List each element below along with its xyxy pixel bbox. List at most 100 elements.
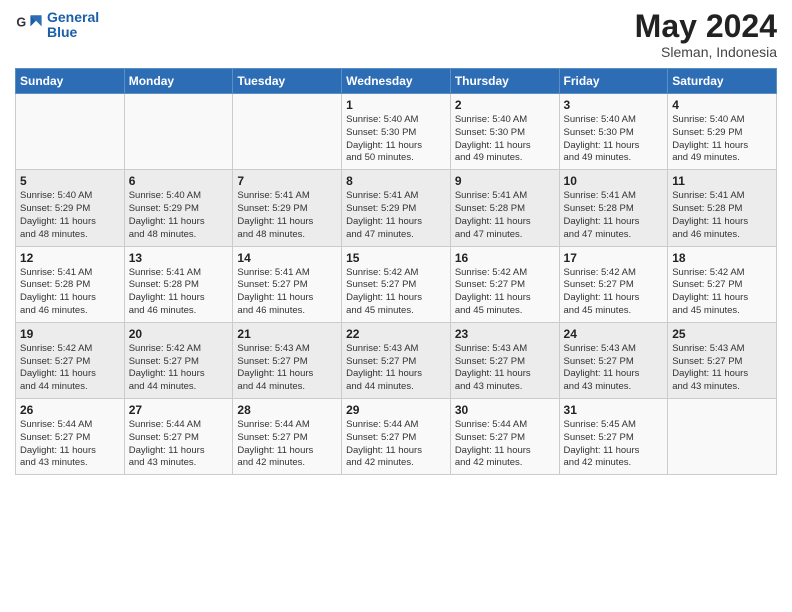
calendar-cell bbox=[233, 94, 342, 170]
day-number: 8 bbox=[346, 174, 446, 188]
day-info: Sunrise: 5:41 AMSunset: 5:28 PMDaylight:… bbox=[564, 190, 664, 241]
calendar-cell: 21 Sunrise: 5:43 AMSunset: 5:27 PMDayligh… bbox=[233, 322, 342, 398]
calendar-cell: 12 Sunrise: 5:41 AMSunset: 5:28 PMDayligh… bbox=[16, 246, 125, 322]
day-number: 21 bbox=[237, 327, 337, 341]
day-number: 9 bbox=[455, 174, 555, 188]
calendar-cell: 16 Sunrise: 5:42 AMSunset: 5:27 PMDayligh… bbox=[450, 246, 559, 322]
day-number: 22 bbox=[346, 327, 446, 341]
day-info: Sunrise: 5:40 AMSunset: 5:30 PMDaylight:… bbox=[564, 114, 664, 165]
day-info: Sunrise: 5:44 AMSunset: 5:27 PMDaylight:… bbox=[129, 419, 229, 470]
calendar-week-row: 19Sunrise: 5:42 AMSunset: 5:27 PMDayligh… bbox=[16, 322, 777, 398]
day-number: 25 bbox=[672, 327, 772, 341]
calendar-cell: 30 Sunrise: 5:44 AMSunset: 5:27 PMDayligh… bbox=[450, 399, 559, 475]
day-number: 14 bbox=[237, 251, 337, 265]
calendar-cell: 25Sunrise: 5:43 AMSunset: 5:27 PMDayligh… bbox=[668, 322, 777, 398]
calendar-cell: 1 Sunrise: 5:40 AMSunset: 5:30 PMDaylight… bbox=[342, 94, 451, 170]
day-number: 5 bbox=[20, 174, 120, 188]
day-info: Sunrise: 5:41 AMSunset: 5:28 PMDaylight:… bbox=[20, 267, 120, 318]
calendar-cell: 17Sunrise: 5:42 AMSunset: 5:27 PMDayligh… bbox=[559, 246, 668, 322]
calendar-cell bbox=[16, 94, 125, 170]
calendar-cell: 9 Sunrise: 5:41 AMSunset: 5:28 PMDaylight… bbox=[450, 170, 559, 246]
col-tuesday: Tuesday bbox=[233, 69, 342, 94]
col-saturday: Saturday bbox=[668, 69, 777, 94]
calendar-cell: 7Sunrise: 5:41 AMSunset: 5:29 PMDaylight… bbox=[233, 170, 342, 246]
calendar-cell: 4 Sunrise: 5:40 AMSunset: 5:29 PMDaylight… bbox=[668, 94, 777, 170]
day-info: Sunrise: 5:42 AMSunset: 5:27 PMDaylight:… bbox=[20, 343, 120, 394]
day-info: Sunrise: 5:42 AMSunset: 5:27 PMDaylight:… bbox=[672, 267, 772, 318]
day-number: 24 bbox=[564, 327, 664, 341]
day-info: Sunrise: 5:41 AMSunset: 5:28 PMDaylight:… bbox=[129, 267, 229, 318]
day-info: Sunrise: 5:44 AMSunset: 5:27 PMDaylight:… bbox=[237, 419, 337, 470]
day-number: 12 bbox=[20, 251, 120, 265]
day-number: 6 bbox=[129, 174, 229, 188]
day-number: 4 bbox=[672, 98, 772, 112]
col-sunday: Sunday bbox=[16, 69, 125, 94]
day-info: Sunrise: 5:41 AMSunset: 5:28 PMDaylight:… bbox=[672, 190, 772, 241]
calendar-cell: 10Sunrise: 5:41 AMSunset: 5:28 PMDayligh… bbox=[559, 170, 668, 246]
calendar-table: Sunday Monday Tuesday Wednesday Thursday… bbox=[15, 68, 777, 475]
calendar-cell: 15Sunrise: 5:42 AMSunset: 5:27 PMDayligh… bbox=[342, 246, 451, 322]
calendar-cell: 6 Sunrise: 5:40 AMSunset: 5:29 PMDaylight… bbox=[124, 170, 233, 246]
col-monday: Monday bbox=[124, 69, 233, 94]
page: G General Blue May 2024 Sleman, Indonesi… bbox=[0, 0, 792, 612]
day-number: 23 bbox=[455, 327, 555, 341]
calendar-cell bbox=[668, 399, 777, 475]
calendar-cell: 29 Sunrise: 5:44 AMSunset: 5:27 PMDayligh… bbox=[342, 399, 451, 475]
logo-text: General Blue bbox=[47, 10, 99, 41]
day-info: Sunrise: 5:41 AMSunset: 5:27 PMDaylight:… bbox=[237, 267, 337, 318]
month-title: May 2024 bbox=[635, 10, 777, 42]
calendar-cell: 5 Sunrise: 5:40 AMSunset: 5:29 PMDaylight… bbox=[16, 170, 125, 246]
day-info: Sunrise: 5:43 AMSunset: 5:27 PMDaylight:… bbox=[237, 343, 337, 394]
day-info: Sunrise: 5:44 AMSunset: 5:27 PMDaylight:… bbox=[455, 419, 555, 470]
day-number: 2 bbox=[455, 98, 555, 112]
location: Sleman, Indonesia bbox=[635, 44, 777, 60]
calendar-cell: 8 Sunrise: 5:41 AMSunset: 5:29 PMDaylight… bbox=[342, 170, 451, 246]
day-number: 28 bbox=[237, 403, 337, 417]
day-number: 11 bbox=[672, 174, 772, 188]
calendar-cell: 2 Sunrise: 5:40 AMSunset: 5:30 PMDaylight… bbox=[450, 94, 559, 170]
day-info: Sunrise: 5:40 AMSunset: 5:29 PMDaylight:… bbox=[20, 190, 120, 241]
day-info: Sunrise: 5:40 AMSunset: 5:30 PMDaylight:… bbox=[346, 114, 446, 165]
day-number: 18 bbox=[672, 251, 772, 265]
calendar-cell: 27 Sunrise: 5:44 AMSunset: 5:27 PMDayligh… bbox=[124, 399, 233, 475]
calendar-cell: 22 Sunrise: 5:43 AMSunset: 5:27 PMDayligh… bbox=[342, 322, 451, 398]
col-wednesday: Wednesday bbox=[342, 69, 451, 94]
calendar-header-row: Sunday Monday Tuesday Wednesday Thursday… bbox=[16, 69, 777, 94]
header: G General Blue May 2024 Sleman, Indonesi… bbox=[15, 10, 777, 60]
calendar-cell: 11 Sunrise: 5:41 AMSunset: 5:28 PMDayligh… bbox=[668, 170, 777, 246]
day-info: Sunrise: 5:40 AMSunset: 5:29 PMDaylight:… bbox=[672, 114, 772, 165]
calendar-week-row: 5 Sunrise: 5:40 AMSunset: 5:29 PMDaylight… bbox=[16, 170, 777, 246]
day-number: 1 bbox=[346, 98, 446, 112]
day-info: Sunrise: 5:41 AMSunset: 5:28 PMDaylight:… bbox=[455, 190, 555, 241]
day-info: Sunrise: 5:43 AMSunset: 5:27 PMDaylight:… bbox=[564, 343, 664, 394]
calendar-cell bbox=[124, 94, 233, 170]
day-number: 29 bbox=[346, 403, 446, 417]
day-info: Sunrise: 5:43 AMSunset: 5:27 PMDaylight:… bbox=[346, 343, 446, 394]
day-info: Sunrise: 5:42 AMSunset: 5:27 PMDaylight:… bbox=[564, 267, 664, 318]
day-number: 27 bbox=[129, 403, 229, 417]
calendar-cell: 14 Sunrise: 5:41 AMSunset: 5:27 PMDayligh… bbox=[233, 246, 342, 322]
calendar-cell: 26Sunrise: 5:44 AMSunset: 5:27 PMDayligh… bbox=[16, 399, 125, 475]
day-info: Sunrise: 5:41 AMSunset: 5:29 PMDaylight:… bbox=[237, 190, 337, 241]
day-info: Sunrise: 5:41 AMSunset: 5:29 PMDaylight:… bbox=[346, 190, 446, 241]
day-number: 31 bbox=[564, 403, 664, 417]
col-thursday: Thursday bbox=[450, 69, 559, 94]
calendar-cell: 19Sunrise: 5:42 AMSunset: 5:27 PMDayligh… bbox=[16, 322, 125, 398]
day-number: 15 bbox=[346, 251, 446, 265]
calendar-cell: 20Sunrise: 5:42 AMSunset: 5:27 PMDayligh… bbox=[124, 322, 233, 398]
calendar-week-row: 1 Sunrise: 5:40 AMSunset: 5:30 PMDaylight… bbox=[16, 94, 777, 170]
day-number: 30 bbox=[455, 403, 555, 417]
day-info: Sunrise: 5:42 AMSunset: 5:27 PMDaylight:… bbox=[129, 343, 229, 394]
calendar-cell: 18 Sunrise: 5:42 AMSunset: 5:27 PMDayligh… bbox=[668, 246, 777, 322]
day-info: Sunrise: 5:40 AMSunset: 5:29 PMDaylight:… bbox=[129, 190, 229, 241]
day-number: 16 bbox=[455, 251, 555, 265]
day-number: 3 bbox=[564, 98, 664, 112]
calendar-cell: 13 Sunrise: 5:41 AMSunset: 5:28 PMDayligh… bbox=[124, 246, 233, 322]
logo: G General Blue bbox=[15, 10, 99, 41]
calendar-cell: 23Sunrise: 5:43 AMSunset: 5:27 PMDayligh… bbox=[450, 322, 559, 398]
day-info: Sunrise: 5:42 AMSunset: 5:27 PMDaylight:… bbox=[455, 267, 555, 318]
day-info: Sunrise: 5:40 AMSunset: 5:30 PMDaylight:… bbox=[455, 114, 555, 165]
calendar-cell: 28 Sunrise: 5:44 AMSunset: 5:27 PMDayligh… bbox=[233, 399, 342, 475]
day-number: 13 bbox=[129, 251, 229, 265]
day-info: Sunrise: 5:44 AMSunset: 5:27 PMDaylight:… bbox=[346, 419, 446, 470]
